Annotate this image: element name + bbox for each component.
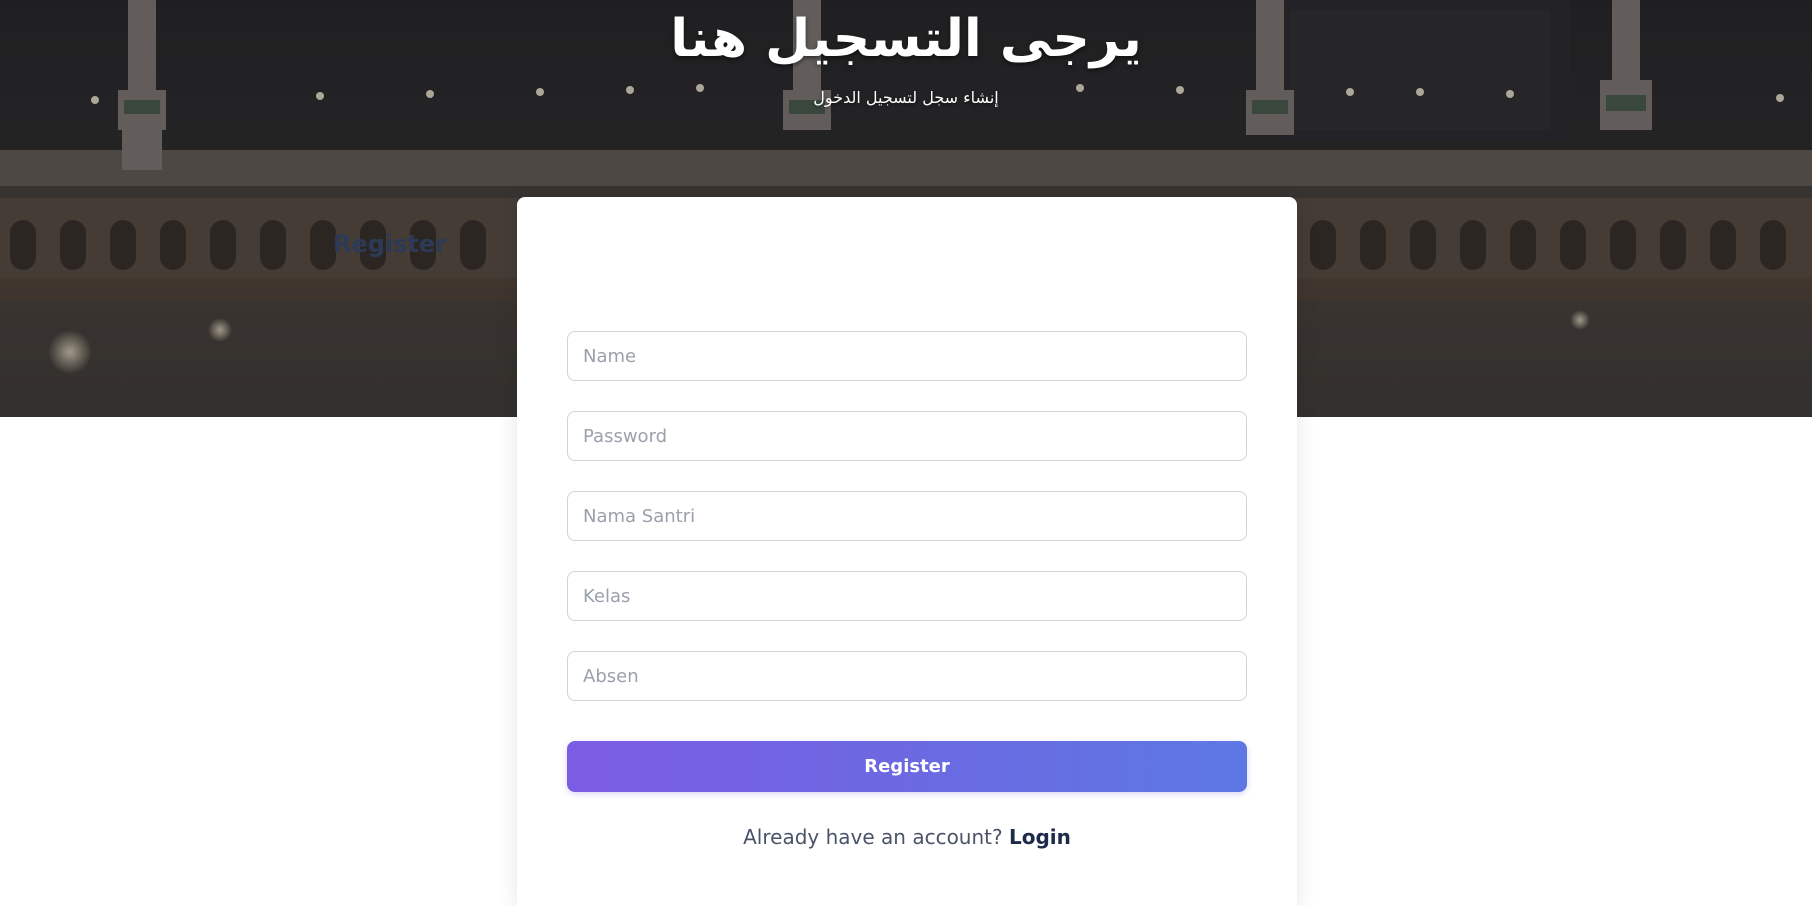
absen-input[interactable] — [567, 651, 1247, 701]
hero-subtitle: إنشاء سجل لتسجيل الدخول — [813, 88, 999, 107]
hero-title: يرجى التسجيل هنا — [670, 9, 1142, 69]
form-title: Register — [332, 230, 448, 258]
register-page: يرجى التسجيل هنا إنشاء سجل لتسجيل الدخول… — [0, 0, 1812, 906]
register-button[interactable]: Register — [567, 741, 1247, 792]
register-card — [517, 197, 1297, 906]
name-input[interactable] — [567, 331, 1247, 381]
nama-santri-input[interactable] — [567, 491, 1247, 541]
login-link[interactable]: Login — [1009, 825, 1071, 849]
kelas-input[interactable] — [567, 571, 1247, 621]
login-prompt-line: Already have an account? Login — [567, 822, 1247, 852]
login-prompt-text: Already have an account? — [743, 825, 1003, 849]
password-input[interactable] — [567, 411, 1247, 461]
